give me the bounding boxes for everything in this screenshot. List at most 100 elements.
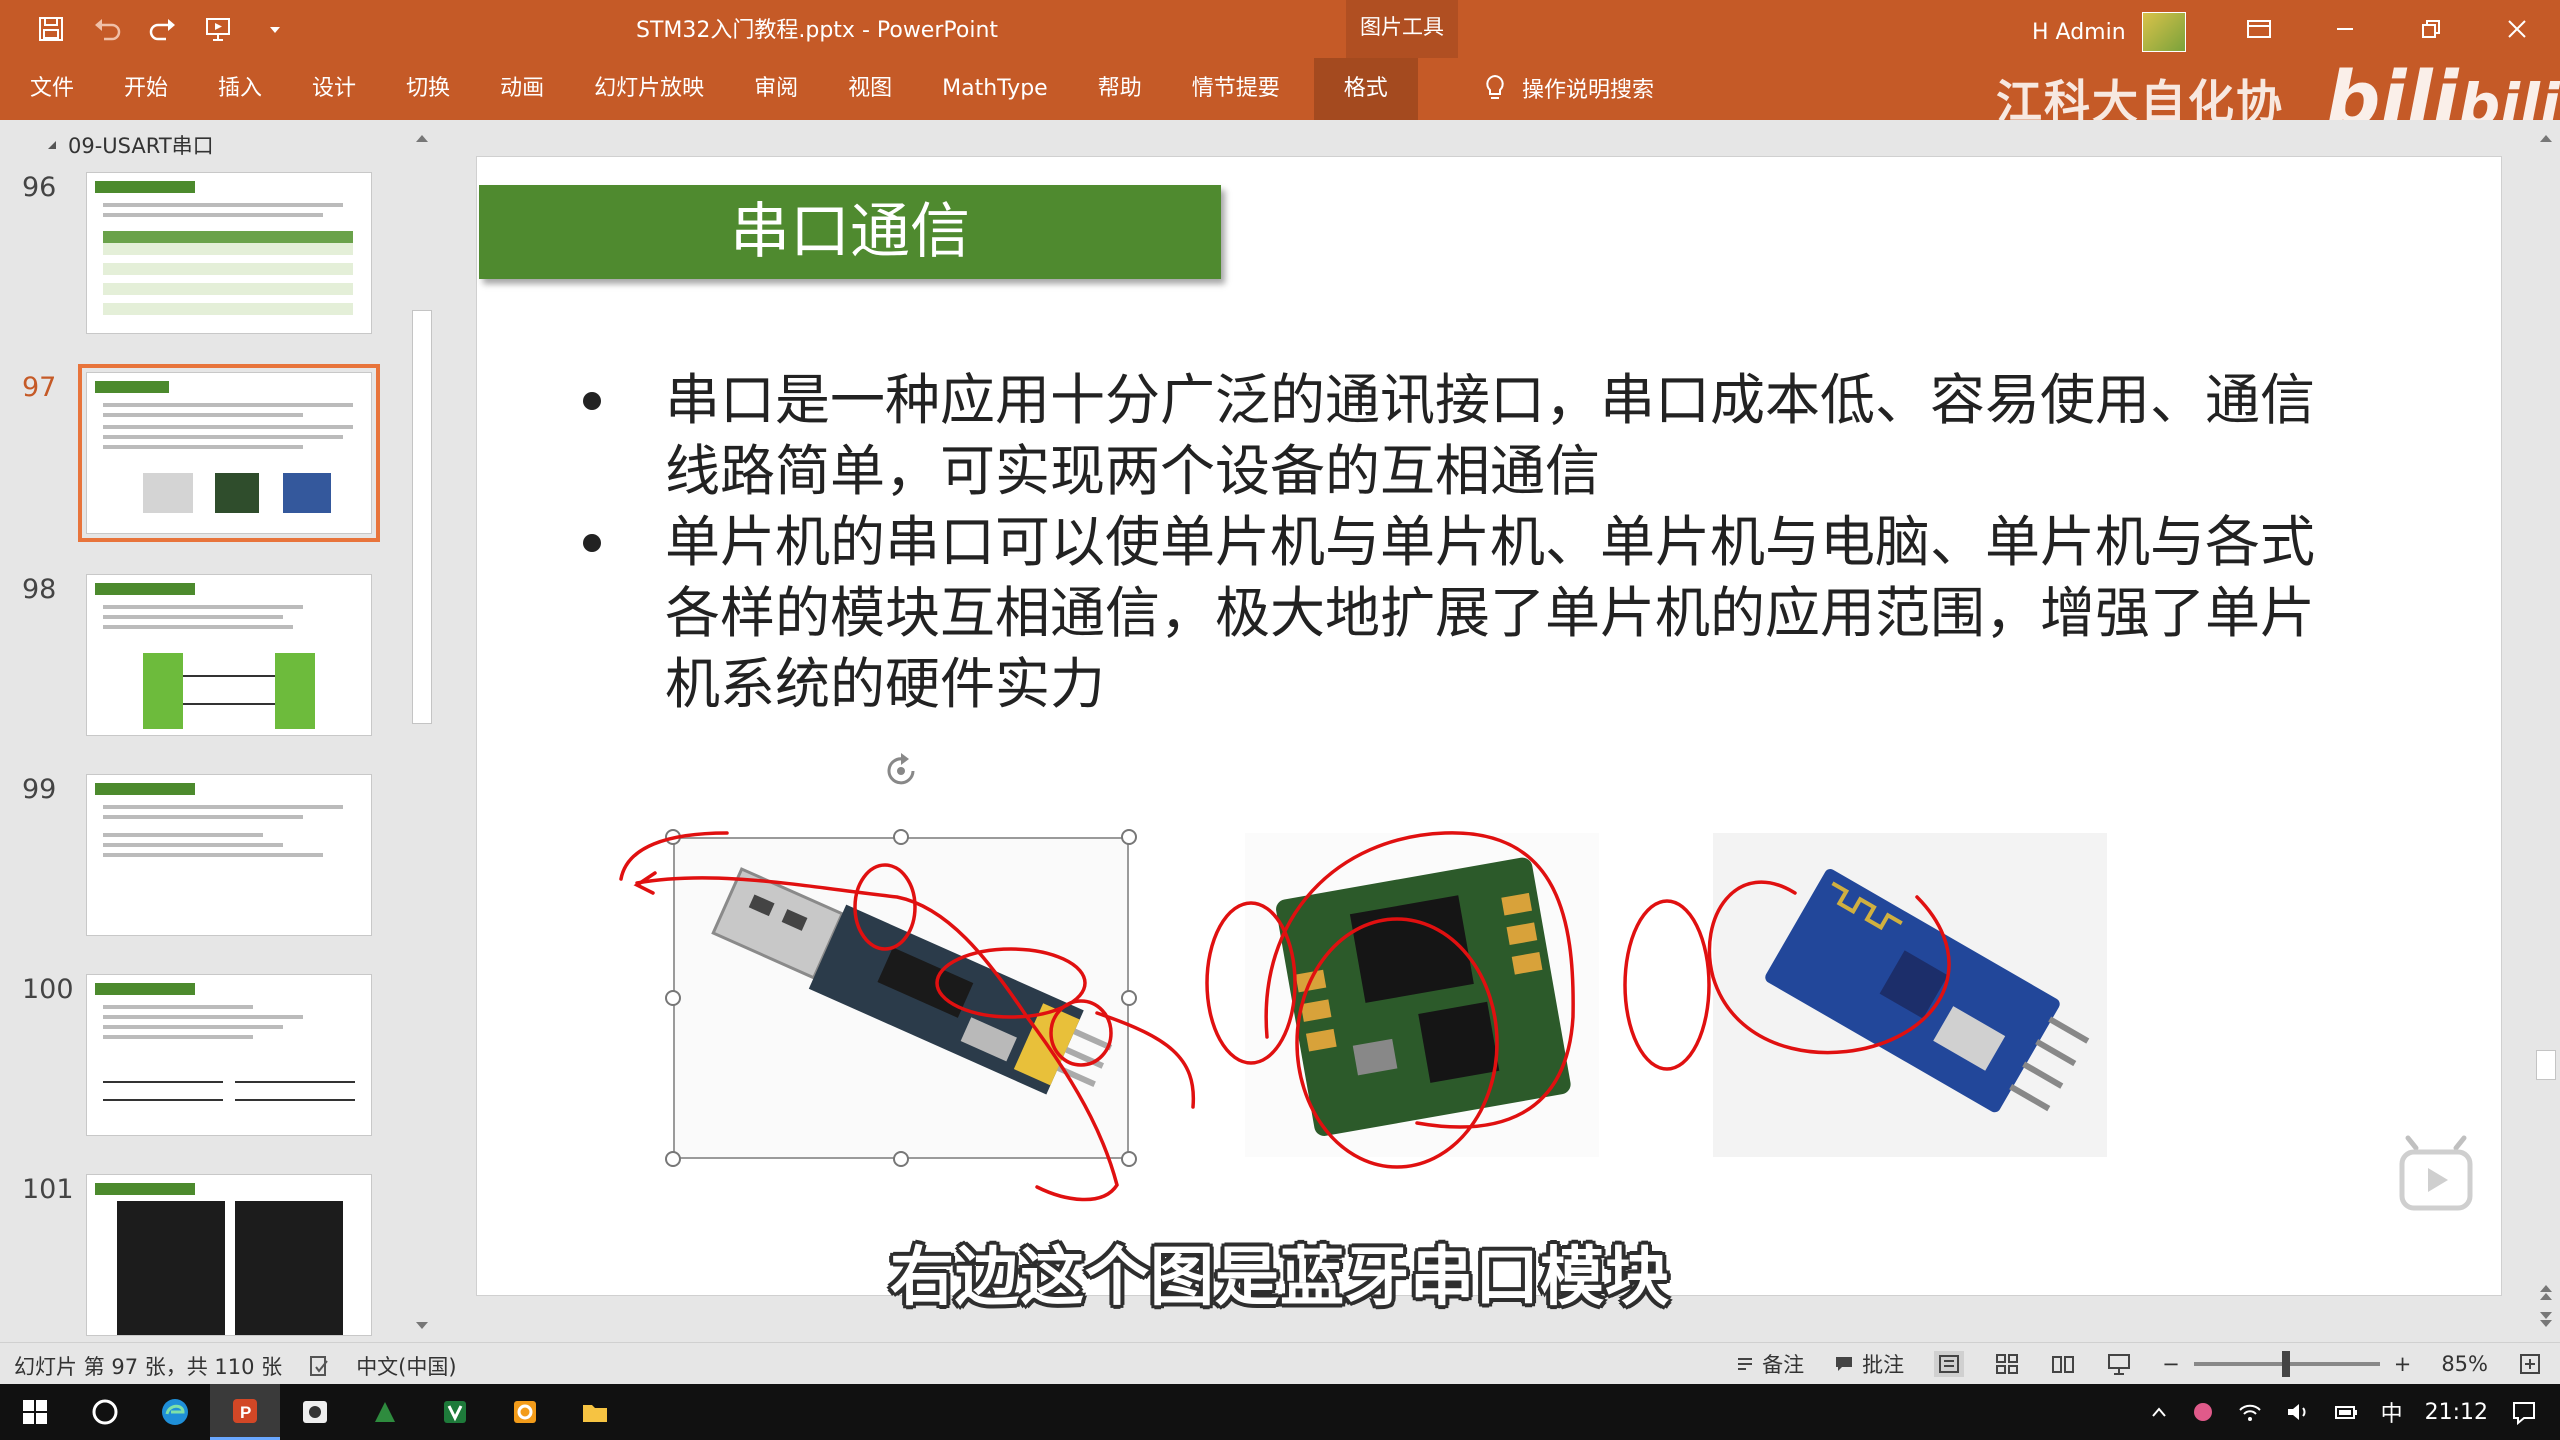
tab-design[interactable]: 设计 xyxy=(312,70,356,108)
thumbnail-image[interactable] xyxy=(86,974,372,1136)
camera-app-icon xyxy=(303,1401,327,1423)
scroll-up-icon[interactable] xyxy=(2532,126,2560,150)
avatar[interactable] xyxy=(2141,12,2186,52)
language-indicator[interactable]: 中文(中国) xyxy=(356,1351,456,1381)
notification-center-icon[interactable] xyxy=(2510,1399,2538,1425)
taskbar-keil[interactable] xyxy=(350,1384,420,1440)
start-slideshow-icon[interactable] xyxy=(202,12,236,46)
tab-file[interactable]: 文件 xyxy=(30,70,74,108)
previous-slide-icon[interactable] xyxy=(2532,1280,2560,1304)
close-icon[interactable] xyxy=(2474,0,2560,58)
tab-transitions[interactable]: 切换 xyxy=(406,70,450,108)
tab-format[interactable]: 格式 xyxy=(1313,58,1418,120)
tab-help[interactable]: 帮助 xyxy=(1098,70,1142,108)
thumbnail-image[interactable] xyxy=(86,172,372,334)
edge-icon xyxy=(162,1399,188,1425)
taskbar-app-green[interactable] xyxy=(420,1384,490,1440)
taskbar-edge[interactable] xyxy=(140,1384,210,1440)
tab-animations[interactable]: 动画 xyxy=(500,70,544,108)
tab-view[interactable]: 视图 xyxy=(848,70,892,108)
keil-icon xyxy=(375,1402,395,1422)
thumbnail-image-selected[interactable] xyxy=(78,364,380,542)
zoom-in-icon[interactable]: + xyxy=(2394,1352,2412,1376)
input-method-indicator[interactable]: 中 xyxy=(2381,1396,2403,1428)
zoom-track[interactable] xyxy=(2193,1351,2380,1377)
pen-annotation-layer xyxy=(619,831,1951,1202)
taskbar-app-orange[interactable] xyxy=(490,1384,560,1440)
start-button[interactable] xyxy=(0,1384,70,1440)
green-app-icon xyxy=(444,1401,466,1423)
tab-home[interactable]: 开始 xyxy=(124,70,168,108)
system-clock[interactable]: 21:12 xyxy=(2425,1400,2488,1425)
thumbnail-slide-99[interactable]: 99 xyxy=(0,774,400,954)
orange-app-icon xyxy=(514,1401,536,1423)
status-bar: 幻灯片 第 97 张，共 110 张 中文(中国) 备注 批注 − + 85% xyxy=(0,1342,2560,1384)
slide-number: 100 xyxy=(22,974,74,1005)
notes-button[interactable]: 备注 xyxy=(1736,1349,1804,1379)
slideshow-view-icon[interactable] xyxy=(2106,1352,2132,1376)
section-header[interactable]: 09-USART串口 xyxy=(46,130,214,160)
comment-icon xyxy=(1836,1357,1853,1371)
show-hidden-icons-icon[interactable] xyxy=(2149,1402,2169,1422)
notes-icon xyxy=(1738,1358,1753,1370)
svg-text:P: P xyxy=(240,1403,251,1422)
undo-icon[interactable] xyxy=(90,12,124,46)
slide-sorter-icon[interactable] xyxy=(1994,1352,2020,1376)
thumbnail-slide-96[interactable]: 96 xyxy=(0,172,400,352)
thumbnail-slide-97[interactable]: 97 xyxy=(0,364,400,552)
taskbar-powerpoint[interactable]: P xyxy=(210,1384,280,1440)
zoom-out-icon[interactable]: − xyxy=(2162,1352,2180,1376)
thumbnail-image[interactable] xyxy=(86,1174,372,1336)
customize-qat-icon[interactable] xyxy=(258,12,292,46)
tab-mathtype[interactable]: MathType xyxy=(942,70,1048,108)
zoom-level[interactable]: 85% xyxy=(2441,1352,2488,1376)
slide-scrollbar[interactable] xyxy=(2532,120,2560,1342)
taskbar-file-explorer[interactable] xyxy=(560,1384,630,1440)
next-slide-icon[interactable] xyxy=(2532,1308,2560,1332)
thumbnail-slide-98[interactable]: 98 xyxy=(0,574,400,754)
account[interactable]: H Admin xyxy=(2032,12,2186,52)
tray-app-icon[interactable] xyxy=(2191,1400,2215,1424)
slide-counter: 幻灯片 第 97 张，共 110 张 xyxy=(14,1355,283,1379)
play-icon xyxy=(2399,1135,2473,1211)
thumbnail-scrollbar[interactable] xyxy=(408,120,436,1342)
normal-view-icon[interactable] xyxy=(1934,1351,1965,1377)
reading-view-icon[interactable] xyxy=(2050,1352,2076,1376)
taskbar-camera-app[interactable] xyxy=(280,1384,350,1440)
fit-to-window-icon[interactable] xyxy=(2518,1352,2542,1376)
comments-button[interactable]: 批注 xyxy=(1834,1349,1904,1379)
battery-icon[interactable] xyxy=(2333,1400,2359,1424)
zoom-thumb[interactable] xyxy=(2281,1351,2290,1377)
volume-icon[interactable] xyxy=(2285,1400,2311,1424)
thumbnail-image[interactable] xyxy=(86,774,372,936)
current-slide[interactable]: 串口通信 串口是一种应用十分广泛的通讯接口，串口成本低、容易使用、通信线路简单，… xyxy=(476,156,2502,1296)
thumbnail-image[interactable] xyxy=(86,574,372,736)
window-controls xyxy=(2216,0,2560,58)
redo-icon[interactable] xyxy=(146,12,180,46)
thumbnail-slide-101[interactable]: 101 xyxy=(0,1174,400,1354)
scroll-up-icon[interactable] xyxy=(408,126,436,150)
section-title: 09-USART串口 xyxy=(68,134,214,158)
video-play-button[interactable] xyxy=(2386,1134,2486,1226)
save-icon[interactable] xyxy=(34,12,68,46)
thumbnail-scroll-thumb[interactable] xyxy=(412,310,432,724)
ribbon-display-options-icon[interactable] xyxy=(2216,0,2302,58)
slide-scroll-thumb[interactable] xyxy=(2536,1050,2556,1080)
tab-review[interactable]: 审阅 xyxy=(754,70,798,108)
tab-slideshow[interactable]: 幻灯片放映 xyxy=(594,70,704,108)
wifi-icon[interactable] xyxy=(2237,1400,2263,1424)
tell-me-search[interactable]: 操作说明搜索 xyxy=(1484,72,1654,104)
search-button[interactable] xyxy=(70,1384,140,1440)
spell-check-icon[interactable] xyxy=(308,1355,330,1377)
tell-me-label: 操作说明搜索 xyxy=(1522,78,1655,103)
ribbon: 文件 开始 插入 设计 切换 动画 幻灯片放映 审阅 视图 MathType 帮… xyxy=(0,54,2560,143)
slide-editing-canvas: 串口通信 串口是一种应用十分广泛的通讯接口，串口成本低、容易使用、通信线路简单，… xyxy=(442,120,2532,1342)
tab-insert[interactable]: 插入 xyxy=(218,70,262,108)
scroll-down-icon[interactable] xyxy=(408,1314,436,1338)
zoom-slider[interactable]: − + xyxy=(2162,1351,2412,1377)
thumbnail-slide-100[interactable]: 100 xyxy=(0,974,400,1154)
slide-number: 101 xyxy=(22,1174,74,1205)
restore-icon[interactable] xyxy=(2388,0,2474,58)
tab-storyboarding[interactable]: 情节提要 xyxy=(1192,70,1280,108)
minimize-icon[interactable] xyxy=(2302,0,2388,58)
